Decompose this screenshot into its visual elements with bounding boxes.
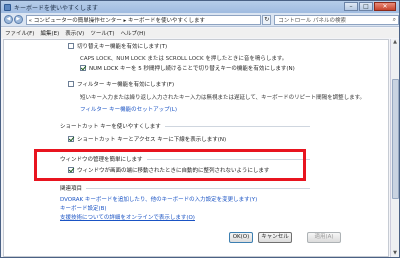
filter-keys-option[interactable]: フィルター キー機能を有効にします(F) [68, 80, 174, 88]
shortcut-underline-label: ショートカット キーとアクセス キーに下線を表示します(N) [77, 137, 227, 143]
related-link-assistive-tech[interactable]: 支援技術についての詳細をオンラインで表示します(O) [60, 213, 195, 221]
filter-keys-description: 短いキー入力または繰り返し入力されたキー入力は無視または遅延して、キーボードのリ… [80, 93, 365, 101]
filter-keys-setup-link-text[interactable]: フィルター キー機能のセットアップ(L) [80, 105, 177, 113]
window-title: キーボードを使いやすくします [14, 4, 99, 12]
related-link-dvorak-text[interactable]: DVORAK キーボードを追加したり、他のキーボードの入力設定を変更します(Y) [60, 195, 257, 203]
toggle-keys-description: CAPS LOCK、NUM LOCK または SCROLL LOCK を押したと… [80, 54, 287, 62]
menu-edit[interactable]: 編集(E) [40, 29, 59, 37]
breadcrumb[interactable]: « コンピューターの簡単操作センター ▸ キーボードを使いやすくします [25, 14, 262, 25]
maximize-button[interactable]: □ [359, 2, 373, 11]
scroll-thumb[interactable] [392, 79, 399, 199]
ok-button[interactable]: OK(O) [229, 232, 253, 243]
search-icon[interactable]: ⌕ [393, 16, 396, 24]
minimize-button[interactable]: – [344, 2, 358, 11]
shortcut-underline-option[interactable]: ショートカット キーとアクセス キーに下線を表示します(N) [68, 135, 226, 143]
menu-help[interactable]: ヘルプ(H) [120, 29, 145, 37]
search-placeholder: コントロール パネルの検索 [278, 17, 346, 24]
num-lock-option[interactable]: NUM LOCK キーを 5 秒間押し続けることで切り替えキーの機能を有効にしま… [80, 64, 295, 72]
related-section-title-text: 関連項目 [60, 186, 83, 192]
shortcut-underline-checkbox[interactable] [68, 136, 74, 142]
apply-button[interactable]: 適用(A) [307, 232, 341, 243]
related-link-keyboard-settings[interactable]: キーボード設定(B) [60, 204, 107, 212]
num-lock-checkbox[interactable] [80, 65, 86, 71]
filter-keys-label: フィルター キー機能を有効にします(F) [77, 82, 175, 88]
vertical-scrollbar[interactable]: ▲ ▼ [390, 39, 399, 257]
related-section-title: 関連項目 [60, 184, 87, 192]
title-bar: キーボードを使いやすくします – □ ✕ [1, 1, 399, 13]
related-link-assistive-tech-text[interactable]: 支援技術についての詳細をオンラインで表示します(O) [60, 213, 195, 221]
refresh-icon[interactable]: ↻ [262, 14, 272, 25]
toggle-keys-option[interactable]: 切り替えキー機能を有効にします(T) [68, 42, 167, 50]
related-link-dvorak[interactable]: DVORAK キーボードを追加したり、他のキーボードの入力設定を変更します(Y) [60, 195, 257, 203]
window-icon [4, 3, 11, 11]
filter-keys-checkbox[interactable] [68, 81, 74, 87]
menu-bar: ファイル(F) 編集(E) 表示(V) ツール(T) ヘルプ(H) [1, 28, 399, 38]
toggle-keys-checkbox[interactable] [68, 43, 74, 49]
scroll-down-icon[interactable]: ▼ [391, 250, 399, 257]
filter-keys-desc-text: 短いキー入力または繰り返し入力されたキー入力は無視または遅延して、キーボードのリ… [80, 95, 366, 101]
toggle-keys-label: 切り替えキー機能を有効にします(T) [77, 44, 168, 50]
settings-panel: 切り替えキー機能を有効にします(T) CAPS LOCK、NUM LOCK また… [3, 39, 389, 257]
menu-view[interactable]: 表示(V) [65, 29, 84, 37]
window-controls: – □ ✕ [344, 2, 396, 11]
highlight-box [34, 149, 306, 181]
forward-arrow-icon[interactable]: ▶ [13, 15, 23, 24]
search-input[interactable]: コントロール パネルの検索 ⌕ [274, 14, 399, 25]
toggle-keys-desc-text: CAPS LOCK、NUM LOCK または SCROLL LOCK を押したと… [80, 56, 288, 62]
related-link-keyboard-settings-text[interactable]: キーボード設定(B) [60, 204, 107, 212]
control-panel-window: キーボードを使いやすくします – □ ✕ ◀ ▶ « コンピューターの簡単操作セ… [0, 0, 400, 258]
close-button[interactable]: ✕ [374, 2, 396, 11]
cancel-button[interactable]: キャンセル [258, 232, 292, 243]
shortcut-section-title-text: ショートカット キーを使いやすくします [60, 124, 161, 130]
scroll-up-icon[interactable]: ▲ [391, 39, 399, 46]
num-lock-label: NUM LOCK キーを 5 秒間押し続けることで切り替えキーの機能を有効にしま… [89, 66, 295, 72]
section-divider [60, 188, 310, 189]
back-arrow-icon[interactable]: ◀ [4, 15, 13, 24]
menu-tools[interactable]: ツール(T) [90, 29, 114, 37]
filter-keys-setup-link[interactable]: フィルター キー機能のセットアップ(L) [80, 105, 177, 113]
menu-file[interactable]: ファイル(F) [5, 29, 34, 37]
shortcut-section-title: ショートカット キーを使いやすくします [60, 122, 165, 130]
address-bar: ◀ ▶ « コンピューターの簡単操作センター ▸ キーボードを使いやすくします … [1, 13, 399, 27]
